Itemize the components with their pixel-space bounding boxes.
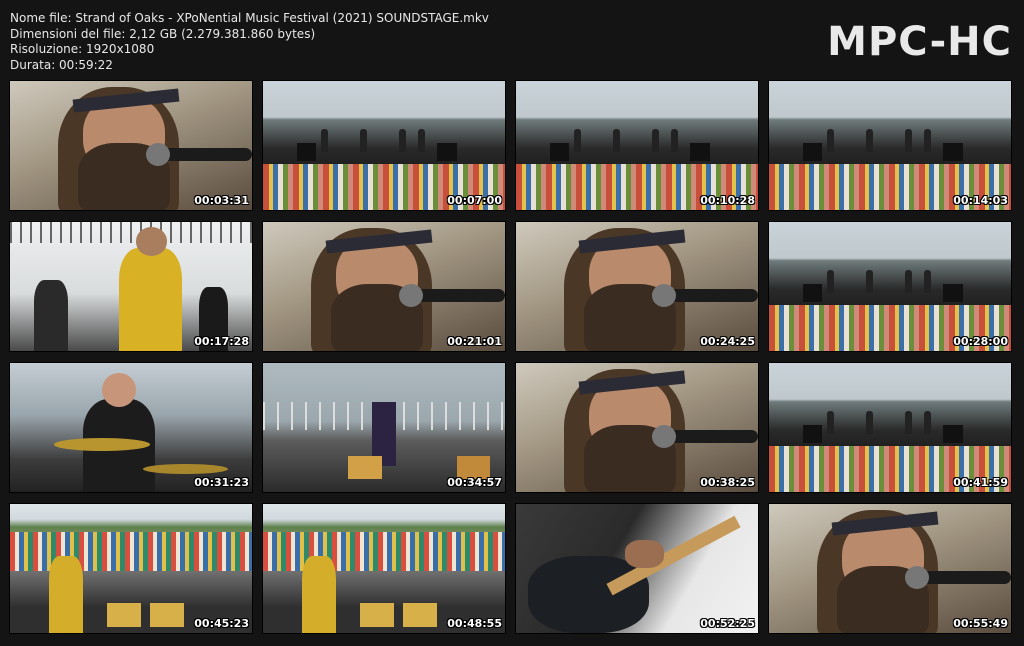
scene-guitar-closeup <box>516 504 758 633</box>
watermark-logo <box>775 477 811 487</box>
timestamp: 00:38:25 <box>700 476 755 489</box>
watermark-logo <box>269 618 305 628</box>
thumbnail: 00:38:25 <box>515 362 759 493</box>
scene-stage-crowd <box>769 81 1011 210</box>
thumbnail: 00:34:57 <box>262 362 506 493</box>
scene-crowd-behind <box>263 504 505 633</box>
scene-drummer <box>10 363 252 492</box>
thumbnail: 00:48:55 <box>262 503 506 634</box>
thumbnail: 00:45:23 <box>9 503 253 634</box>
scene-solo-stage <box>263 363 505 492</box>
file-resolution: Risoluzione: 1920x1080 <box>10 42 155 56</box>
scene-stage-crowd <box>769 222 1011 351</box>
thumbnail: 00:03:31 <box>9 80 253 211</box>
timestamp: 00:55:49 <box>953 617 1008 630</box>
thumbnail: 00:28:00 <box>768 221 1012 352</box>
file-size: Dimensioni del file: 2,12 GB (2.279.381.… <box>10 26 316 41</box>
scene-closeup-singer <box>769 504 1011 633</box>
thumbnail: 00:14:03 <box>768 80 1012 211</box>
thumbnail: 00:52:25 <box>515 503 759 634</box>
timestamp: 00:14:03 <box>953 194 1008 207</box>
scene-stage-crowd <box>769 363 1011 492</box>
file-info: Nome file: Strand of Oaks - XPoNential M… <box>10 11 489 73</box>
timestamp: 00:48:55 <box>447 617 502 630</box>
scene-closeup-singer <box>10 81 252 210</box>
scene-crowd-behind <box>10 504 252 633</box>
timestamp: 00:41:59 <box>953 476 1008 489</box>
thumbnail: 00:31:23 <box>9 362 253 493</box>
timestamp: 00:24:25 <box>700 335 755 348</box>
timestamp: 00:31:23 <box>194 476 249 489</box>
scene-closeup-singer <box>263 222 505 351</box>
watermark-logo <box>16 477 52 487</box>
thumbnail: 00:07:00 <box>262 80 506 211</box>
timestamp: 00:45:23 <box>194 617 249 630</box>
watermark-logo <box>775 336 811 346</box>
scene-guitarist <box>10 222 252 351</box>
file-duration: Durata: 00:59:22 <box>10 57 113 72</box>
scene-stage-crowd <box>263 81 505 210</box>
watermark-logo <box>775 195 811 205</box>
timestamp: 00:03:31 <box>194 194 249 207</box>
thumbnail: 00:10:28 <box>515 80 759 211</box>
timestamp: 00:10:28 <box>700 194 755 207</box>
thumbnail: 00:24:25 <box>515 221 759 352</box>
timestamp: 00:07:00 <box>447 194 502 207</box>
timestamp: 00:52:25 <box>700 617 755 630</box>
watermark-logo <box>16 336 52 346</box>
watermark-logo <box>16 618 52 628</box>
thumbnail: 00:55:49 <box>768 503 1012 634</box>
timestamp: 00:34:57 <box>447 476 502 489</box>
thumbnail: 00:17:28 <box>9 221 253 352</box>
file-name: Nome file: Strand of Oaks - XPoNential M… <box>10 11 489 25</box>
watermark-logo <box>269 195 305 205</box>
thumbnail: 00:21:01 <box>262 221 506 352</box>
watermark-logo <box>522 195 558 205</box>
scene-stage-crowd <box>516 81 758 210</box>
thumbnail: 00:41:59 <box>768 362 1012 493</box>
timestamp: 00:17:28 <box>194 335 249 348</box>
timestamp: 00:21:01 <box>447 335 502 348</box>
scene-closeup-singer <box>516 222 758 351</box>
thumbnail-grid: 00:03:31 00:07:00 00:10:28 00:14:03 00:1… <box>9 80 1012 634</box>
scene-closeup-singer <box>516 363 758 492</box>
timestamp: 00:28:00 <box>953 335 1008 348</box>
watermark-logo <box>269 477 305 487</box>
mpc-hc-logo: MPC-HC <box>827 19 1012 65</box>
